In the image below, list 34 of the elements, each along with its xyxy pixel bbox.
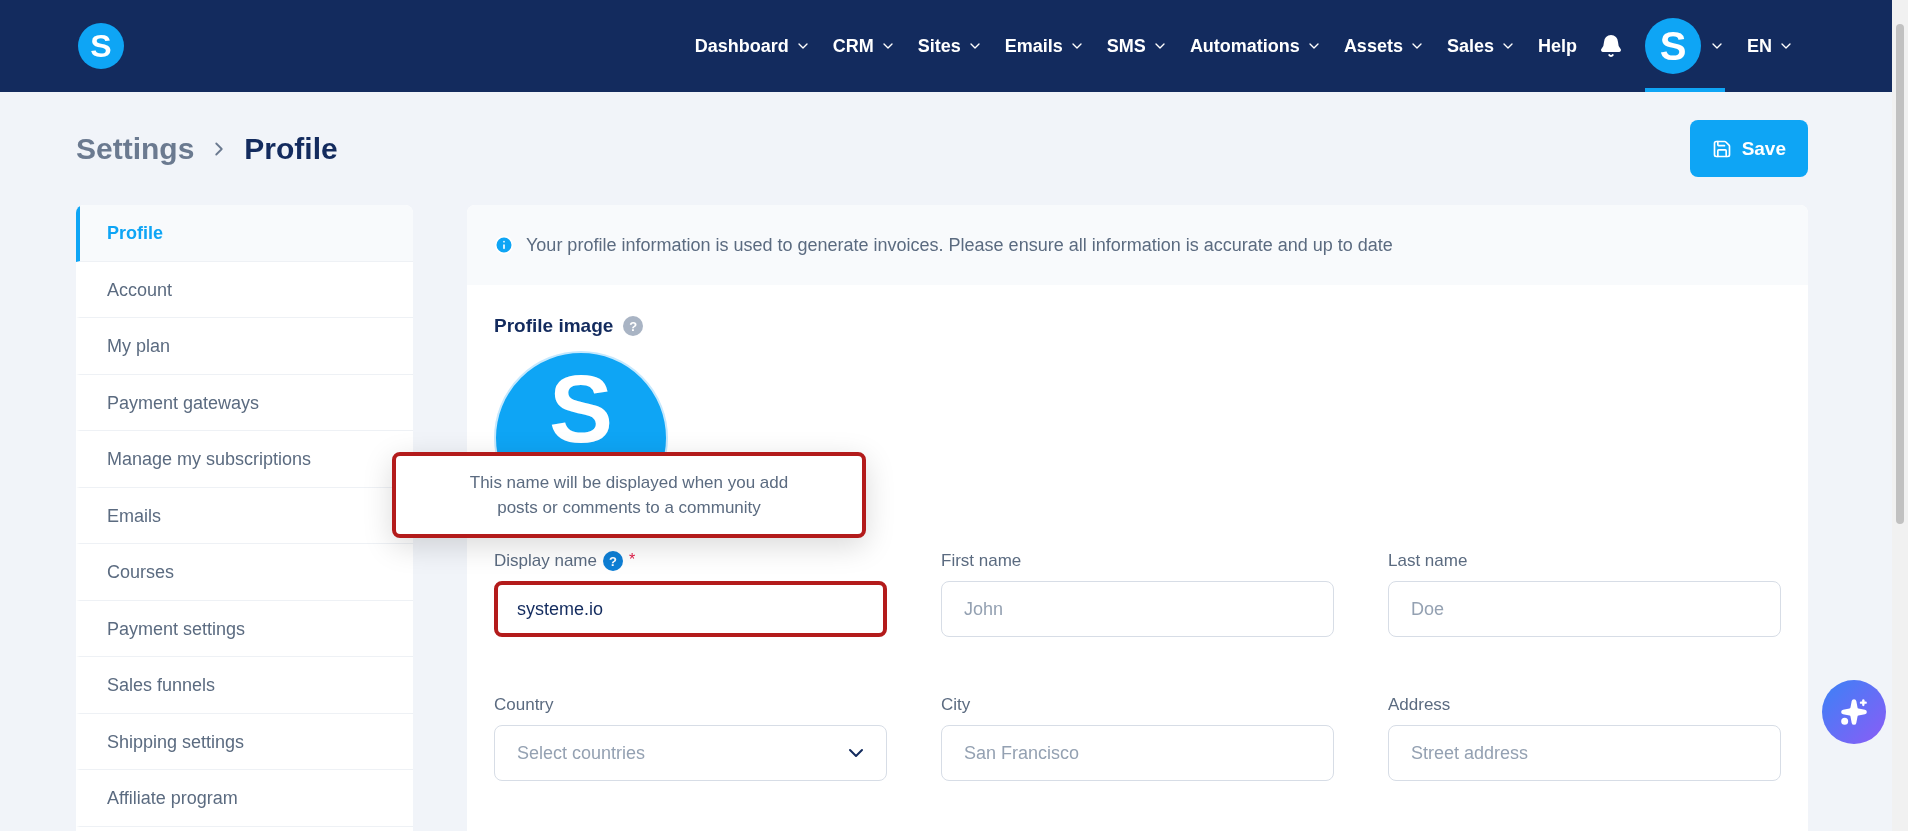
- nav-menu-item[interactable]: Emails: [1004, 35, 1085, 57]
- page-title: Profile: [244, 131, 338, 166]
- sparkles-icon: [1840, 698, 1868, 726]
- nav-menu-item[interactable]: Automations: [1189, 35, 1322, 57]
- field-label: City: [941, 695, 971, 715]
- field-label: Last name: [1388, 551, 1468, 571]
- input-field[interactable]: John: [941, 581, 1334, 637]
- scrollbar-thumb[interactable]: [1896, 24, 1904, 524]
- help-icon[interactable]: ?: [603, 551, 623, 571]
- nav-menu-item[interactable]: Sales: [1446, 35, 1516, 57]
- language-selector[interactable]: EN: [1747, 35, 1794, 57]
- notification-bell-icon[interactable]: [1599, 34, 1623, 58]
- nav-menu-item[interactable]: Assets: [1343, 35, 1425, 57]
- input-field[interactable]: systeme.io: [494, 581, 887, 637]
- breadcrumb-link[interactable]: Settings: [76, 131, 195, 166]
- info-text: Your profile information is used to generate invoices. Please ensure all information is accurate and up to date: [526, 234, 1393, 256]
- scrollbar[interactable]: [1892, 0, 1908, 831]
- nav-menu-item[interactable]: Dashboard: [694, 35, 811, 57]
- nav-menu-item[interactable]: Sites: [917, 35, 983, 57]
- nav-menu-item[interactable]: Help: [1537, 35, 1577, 57]
- field-label: Display name: [494, 551, 597, 571]
- nav-menu-item[interactable]: CRM: [832, 35, 896, 57]
- nav-menu-item[interactable]: SMS: [1106, 35, 1168, 57]
- section-title: Profile image: [494, 315, 614, 337]
- field-label: Country: [494, 695, 554, 715]
- tooltip: This name will be displayed when you add posts or comments to a community: [392, 452, 866, 538]
- info-icon: [494, 235, 514, 255]
- required-mark: *: [629, 551, 636, 569]
- input-field[interactable]: San Francisco: [941, 725, 1334, 781]
- field-label: Address: [1388, 695, 1451, 715]
- input-field[interactable]: Street address: [1388, 725, 1781, 781]
- input-field[interactable]: Doe: [1388, 581, 1781, 637]
- save-icon: [1711, 138, 1732, 159]
- field-label: First name: [941, 551, 1022, 571]
